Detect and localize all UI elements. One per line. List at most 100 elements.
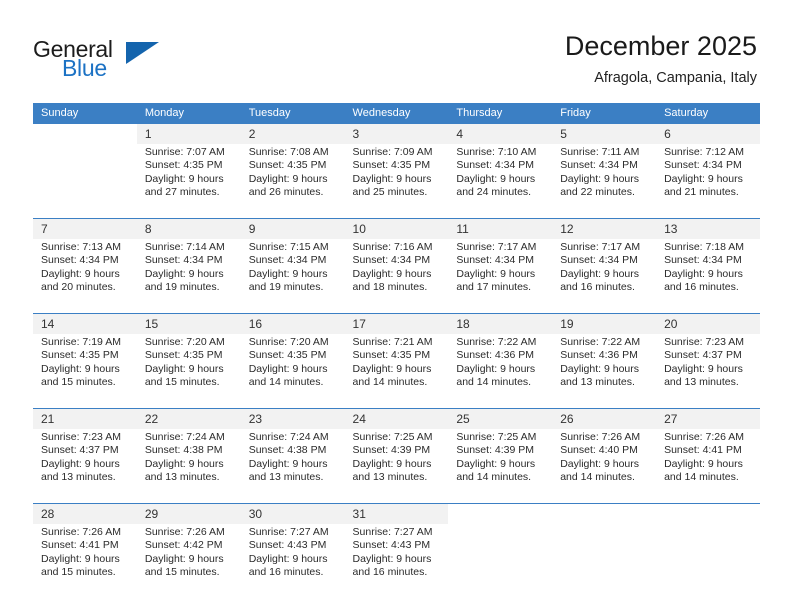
day-detail-line: Sunset: 4:35 PM xyxy=(144,159,223,172)
day-number[interactable]: 22 xyxy=(136,408,241,429)
general-blue-logo[interactable]: General Blue xyxy=(33,36,193,84)
day-detail-line: Sunset: 4:40 PM xyxy=(560,444,638,457)
day-detail-line: Sunset: 4:35 PM xyxy=(248,349,327,362)
day-detail-line: Sunrise: 7:25 AM xyxy=(456,431,537,443)
day-detail-line: Daylight: 9 hours xyxy=(664,362,743,375)
day-cell-empty xyxy=(33,124,137,144)
day-detail-line: Sunset: 4:34 PM xyxy=(664,159,742,172)
day-sun-details: Sunrise: 7:12 AM Sunset: 4:34 PM Daylight:… xyxy=(656,144,760,219)
day-number[interactable]: 3 xyxy=(344,124,449,144)
day-number[interactable]: 21 xyxy=(33,408,137,429)
day-number[interactable]: 15 xyxy=(136,313,241,334)
day-detail-line: Sunset: 4:34 PM xyxy=(352,254,431,267)
day-detail-line: Sunset: 4:41 PM xyxy=(664,444,742,457)
day-number[interactable]: 31 xyxy=(344,503,449,524)
day-detail-line: Sunrise: 7:08 AM xyxy=(248,146,329,158)
day-detail-line: Daylight: 9 hours xyxy=(352,362,432,375)
day-number[interactable]: 8 xyxy=(136,218,241,239)
day-detail-line: Daylight: 9 hours xyxy=(144,457,224,470)
day-detail-line: Daylight: 9 hours xyxy=(456,267,536,280)
day-detail-line: Sunset: 4:43 PM xyxy=(248,539,327,552)
day-detail-line: Daylight: 9 hours xyxy=(144,267,224,280)
calendar-page: General Blue December 2025 Afragola, Cam… xyxy=(0,0,792,612)
day-number[interactable]: 5 xyxy=(552,124,657,144)
day-detail-line: Sunset: 4:34 PM xyxy=(41,254,119,267)
day-detail-line: Sunrise: 7:17 AM xyxy=(560,241,641,253)
day-number[interactable]: 25 xyxy=(448,408,553,429)
day-number[interactable]: 14 xyxy=(33,313,137,334)
day-detail-line: Daylight: 9 hours xyxy=(352,172,432,185)
day-sun-details: Sunrise: 7:27 AM Sunset: 4:43 PM Daylight:… xyxy=(344,524,449,598)
day-detail-line: and 17 minutes. xyxy=(456,281,532,294)
week-day-number-row: 14 15 16 17 18 19 20 xyxy=(33,313,760,334)
day-detail-line: Sunrise: 7:26 AM xyxy=(560,431,641,443)
day-number[interactable]: 23 xyxy=(240,408,345,429)
day-number[interactable]: 16 xyxy=(240,313,345,334)
day-detail-line: Daylight: 9 hours xyxy=(456,362,536,375)
day-sun-details: Sunrise: 7:20 AM Sunset: 4:35 PM Daylight:… xyxy=(136,334,241,409)
day-sun-details: Sunrise: 7:24 AM Sunset: 4:38 PM Daylight:… xyxy=(136,429,241,504)
day-number[interactable]: 17 xyxy=(344,313,449,334)
day-number[interactable]: 13 xyxy=(656,218,760,239)
day-detail-line: Sunset: 4:38 PM xyxy=(144,444,223,457)
day-detail-line: Daylight: 9 hours xyxy=(560,172,640,185)
calendar-header-row: Sunday Monday Tuesday Wednesday Thursday Frid… xyxy=(33,103,760,124)
day-detail-line: and 15 minutes. xyxy=(41,566,116,579)
day-number[interactable]: 9 xyxy=(240,218,345,239)
day-detail-line: and 13 minutes. xyxy=(248,471,324,484)
day-number[interactable]: 11 xyxy=(448,218,553,239)
day-sun-details: Sunrise: 7:22 AM Sunset: 4:36 PM Daylight:… xyxy=(448,334,553,409)
day-sun-details: Sunrise: 7:21 AM Sunset: 4:35 PM Daylight:… xyxy=(344,334,449,409)
day-cell-empty xyxy=(552,503,657,524)
day-number[interactable]: 7 xyxy=(33,218,137,239)
day-sun-details: Sunrise: 7:13 AM Sunset: 4:34 PM Daylight:… xyxy=(33,239,137,314)
day-detail-line: Sunrise: 7:19 AM xyxy=(41,336,121,348)
day-detail-line: and 14 minutes. xyxy=(248,376,324,389)
day-number[interactable]: 30 xyxy=(240,503,345,524)
day-detail-line: and 13 minutes. xyxy=(560,376,635,389)
day-sun-details-empty xyxy=(656,524,760,598)
day-detail-line: Daylight: 9 hours xyxy=(41,552,120,565)
day-sun-details: Sunrise: 7:26 AM Sunset: 4:41 PM Daylight:… xyxy=(33,524,137,598)
day-number[interactable]: 19 xyxy=(552,313,657,334)
day-number[interactable]: 10 xyxy=(344,218,449,239)
logo-triangle-icon xyxy=(126,42,159,64)
day-sun-details: Sunrise: 7:24 AM Sunset: 4:38 PM Daylight:… xyxy=(240,429,345,504)
day-number[interactable]: 12 xyxy=(552,218,657,239)
day-detail-line: Sunrise: 7:27 AM xyxy=(248,526,329,538)
day-detail-line: Sunrise: 7:24 AM xyxy=(248,431,329,443)
day-detail-line: Daylight: 9 hours xyxy=(456,457,536,470)
day-detail-line: Daylight: 9 hours xyxy=(352,552,432,565)
column-header-saturday: Saturday xyxy=(656,103,760,124)
day-detail-line: Sunrise: 7:20 AM xyxy=(248,336,329,348)
day-detail-line: Sunrise: 7:22 AM xyxy=(456,336,537,348)
day-detail-line: Sunset: 4:34 PM xyxy=(456,254,535,267)
day-detail-line: Sunset: 4:37 PM xyxy=(41,444,119,457)
day-detail-line: Daylight: 9 hours xyxy=(248,172,328,185)
day-detail-line: Sunrise: 7:14 AM xyxy=(144,241,225,253)
day-detail-line: Daylight: 9 hours xyxy=(664,267,743,280)
day-sun-details: Sunrise: 7:23 AM Sunset: 4:37 PM Daylight:… xyxy=(656,334,760,409)
day-number[interactable]: 29 xyxy=(136,503,241,524)
day-number[interactable]: 18 xyxy=(448,313,553,334)
day-number[interactable]: 26 xyxy=(552,408,657,429)
day-sun-details: Sunrise: 7:19 AM Sunset: 4:35 PM Daylight:… xyxy=(33,334,137,409)
day-detail-line: Daylight: 9 hours xyxy=(664,172,743,185)
day-sun-details: Sunrise: 7:27 AM Sunset: 4:43 PM Daylight:… xyxy=(240,524,345,598)
day-detail-line: Sunset: 4:39 PM xyxy=(352,444,431,457)
day-number[interactable]: 20 xyxy=(656,313,760,334)
day-detail-line: Sunrise: 7:25 AM xyxy=(352,431,433,443)
day-number[interactable]: 2 xyxy=(240,124,345,144)
day-detail-line: Daylight: 9 hours xyxy=(41,457,120,470)
day-number[interactable]: 28 xyxy=(33,503,137,524)
day-number[interactable]: 27 xyxy=(656,408,760,429)
day-detail-line: and 14 minutes. xyxy=(664,471,739,484)
day-detail-line: Sunset: 4:34 PM xyxy=(560,254,638,267)
day-number[interactable]: 6 xyxy=(656,124,760,144)
day-sun-details: Sunrise: 7:16 AM Sunset: 4:34 PM Daylight:… xyxy=(344,239,449,314)
day-number[interactable]: 24 xyxy=(344,408,449,429)
day-sun-details: Sunrise: 7:14 AM Sunset: 4:34 PM Daylight:… xyxy=(136,239,241,314)
day-number[interactable]: 1 xyxy=(136,124,241,144)
week-detail-row: Sunrise: 7:26 AM Sunset: 4:41 PM Daylight:… xyxy=(33,524,760,598)
day-number[interactable]: 4 xyxy=(448,124,553,144)
